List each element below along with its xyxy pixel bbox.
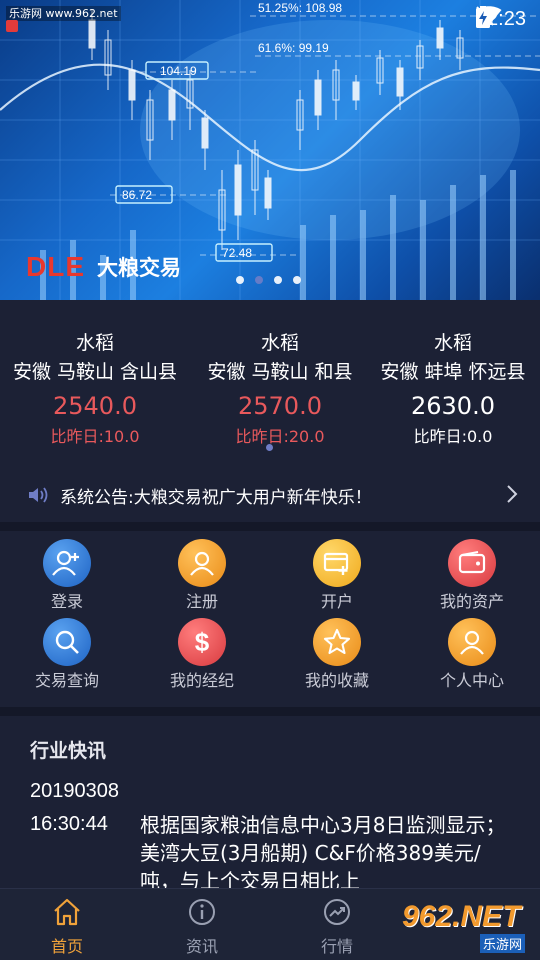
quote-price: 2540.0 — [53, 392, 137, 420]
person-icon — [448, 618, 496, 666]
quote-crop: 水稻 — [433, 332, 472, 354]
banner-carousel[interactable]: 51.25%: 108.98 61.6%: 99.19 104.19 86.72… — [0, 0, 540, 300]
status-bar: 乐游网 www.962.net 12:23 — [0, 0, 540, 38]
quote-card-1[interactable]: 水稻 安徽 马鞍山 含山县 2540.0 比昨日:10.0 — [5, 330, 185, 448]
wallet-icon — [448, 539, 496, 587]
banner-label-86: 86.72 — [122, 188, 152, 202]
tab-label: 首页 — [50, 937, 83, 956]
banner-label-104: 104.19 — [160, 64, 197, 78]
quote-card-3[interactable]: 水稻 安徽 蚌埠 怀远县 2630.0 比昨日:0.0 — [372, 330, 534, 448]
menu-open-account[interactable]: 开户 — [277, 539, 397, 619]
menu-my-assets[interactable]: 我的资产 — [412, 539, 532, 619]
carousel-indicator — [236, 276, 301, 284]
menu-my-favorites[interactable]: 我的收藏 — [277, 618, 397, 698]
menu-label: 我的资产 — [439, 592, 504, 611]
quote-page-indicator — [266, 444, 273, 451]
menu-trade-query[interactable]: 交易查询 — [7, 618, 127, 698]
svg-text:$: $ — [195, 627, 210, 657]
star-icon — [313, 618, 361, 666]
watermark-top-left: 乐游网 www.962.net — [6, 6, 121, 21]
function-menu: 登录 注册 开户 我的资产 交易查询 $ 我的经纪 我的收藏 个人中心 — [0, 531, 540, 707]
watermark-badge-icon — [6, 20, 18, 32]
logo-letters: DLE — [26, 251, 85, 282]
system-notice[interactable]: 系统公告:大粮交易祝广大用户新年快乐！ — [28, 480, 518, 510]
carousel-dot-3[interactable] — [274, 276, 282, 284]
news-section-title: 行业快讯 — [30, 740, 107, 762]
menu-label: 我的经纪 — [169, 671, 234, 690]
carousel-dot-2[interactable] — [255, 276, 263, 284]
carousel-dot-1[interactable] — [236, 276, 244, 284]
quote-change: 比昨日:10.0 — [50, 427, 140, 446]
logo-name: 大粮交易 — [97, 256, 181, 280]
tab-home[interactable]: 首页 — [27, 897, 107, 957]
divider — [0, 522, 540, 531]
notice-text: 系统公告:大粮交易祝广大用户新年快乐！ — [60, 487, 372, 508]
industry-news: 行业快讯 20190308 16:30:44 根据国家粮油信息中心3月8日监测显… — [0, 716, 540, 888]
quote-location: 安徽 马鞍山 含山县 — [12, 361, 178, 383]
quote-card-2[interactable]: 水稻 安徽 马鞍山 和县 2570.0 比昨日:20.0 — [195, 330, 365, 448]
quote-crop: 水稻 — [75, 332, 114, 354]
watermark-bottom-right: 962.NET 乐游网 — [402, 900, 532, 956]
menu-label: 交易查询 — [34, 671, 99, 690]
carousel-dot-4[interactable] — [293, 276, 301, 284]
search-icon — [43, 618, 91, 666]
watermark-sub: 乐游网 — [480, 934, 526, 953]
quote-change: 比昨日:0.0 — [413, 427, 493, 446]
banner-label-72: 72.48 — [222, 246, 252, 260]
quote-price: 2630.0 — [411, 392, 495, 420]
divider — [0, 707, 540, 716]
menu-my-broker[interactable]: $ 我的经纪 — [142, 618, 262, 698]
tab-label: 行情 — [320, 937, 353, 956]
quote-price: 2570.0 — [238, 392, 322, 420]
menu-register[interactable]: 注册 — [142, 539, 262, 619]
quote-location: 安徽 马鞍山 和县 — [207, 361, 353, 383]
status-icons: 12:23 — [475, 6, 526, 32]
info-icon — [189, 899, 215, 925]
menu-label: 个人中心 — [439, 671, 504, 690]
tab-label: 资讯 — [185, 937, 218, 956]
battery-charging-icon — [475, 6, 490, 28]
brand-logo: DLE 大粮交易 — [26, 251, 181, 282]
menu-label: 开户 — [320, 592, 353, 611]
speaker-icon — [29, 487, 48, 503]
news-item-content[interactable]: 根据国家粮油信息中心3月8日监测显示；美湾大豆(3月船期) C&F价格389美元… — [140, 811, 510, 888]
price-quotes: 水稻 安徽 马鞍山 含山县 2540.0 比昨日:10.0 水稻 安徽 马鞍山 … — [0, 300, 540, 522]
tab-news[interactable]: 资讯 — [162, 897, 242, 957]
menu-personal-center[interactable]: 个人中心 — [412, 618, 532, 698]
banner-label-fib-61: 61.6%: 99.19 — [258, 41, 329, 55]
watermark-main: 962.NET — [402, 900, 521, 933]
menu-login[interactable]: 登录 — [7, 539, 127, 619]
user-icon — [178, 539, 226, 587]
quote-change: 比昨日:20.0 — [235, 427, 325, 446]
quote-location: 安徽 蚌埠 怀远县 — [380, 361, 526, 383]
news-date: 20190308 — [30, 780, 119, 802]
tab-market[interactable]: 行情 — [297, 897, 377, 957]
menu-label: 注册 — [185, 592, 218, 611]
menu-label: 登录 — [50, 592, 83, 611]
dollar-icon: $ — [178, 618, 226, 666]
home-icon — [54, 898, 80, 926]
news-time: 16:30:44 — [30, 813, 108, 835]
menu-label: 我的收藏 — [304, 671, 369, 690]
trend-icon — [324, 899, 350, 925]
chevron-right-icon[interactable] — [506, 484, 518, 504]
quote-crop: 水稻 — [260, 332, 299, 354]
user-add-icon — [43, 539, 91, 587]
open-account-icon — [313, 539, 361, 587]
